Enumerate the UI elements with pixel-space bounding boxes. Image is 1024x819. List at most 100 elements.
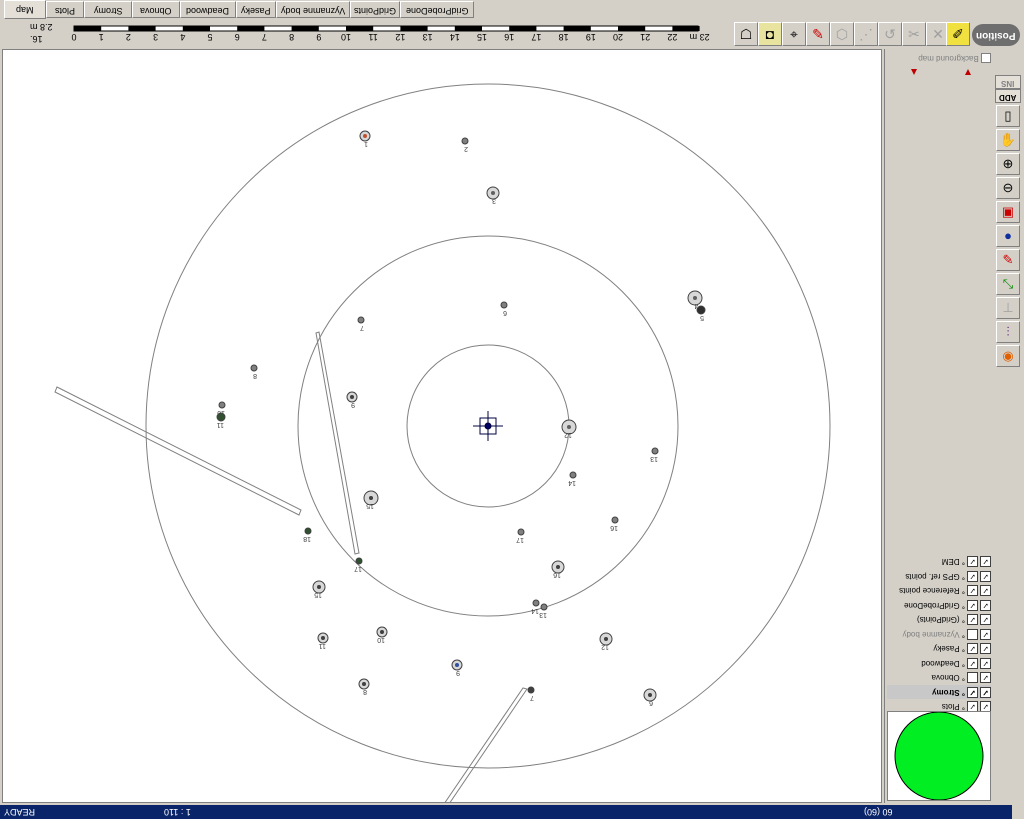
tree-label: 9 [351, 401, 355, 408]
pencil-tool-icon[interactable]: ✐ [946, 22, 970, 46]
tree-label: 18 [303, 535, 311, 542]
right-toolbar: INS ADD ▯ ✋ ⊕ ⊖ ▣ ● ✎ ⤡ ⊥ ⫶ ◉ [994, 49, 1022, 803]
tree-label: 17 [516, 536, 524, 543]
layer-item[interactable]: ✓ ° Obnova [887, 670, 991, 684]
background-map-option[interactable]: Background map [887, 51, 991, 65]
tree-circle [500, 301, 508, 309]
layer-visible-checkbox[interactable]: ✓ [980, 613, 991, 625]
resize-tool-icon[interactable]: ⤡ [996, 273, 1020, 295]
map-drawing[interactable]: 1234567891011121314151617181716151413121… [3, 50, 882, 803]
layer-item[interactable]: ✓✓° (GridPoints) [887, 612, 991, 626]
tree-circle [527, 686, 535, 694]
scale-tick-label: 7 [262, 32, 267, 42]
scale-segment [237, 26, 265, 31]
layer-enabled-checkbox[interactable]: ✓ [967, 613, 978, 625]
layer-visible-checkbox[interactable]: ✓ [980, 642, 991, 654]
layer-visible-checkbox[interactable]: ✓ [980, 657, 991, 669]
zoom-extent-icon[interactable]: ▣ [996, 201, 1020, 223]
layer-visible-checkbox[interactable]: ✓ [980, 555, 991, 567]
layer-enabled-checkbox[interactable] [967, 628, 978, 640]
layer-visible-checkbox[interactable]: ✓ [980, 584, 991, 596]
tree-label: 8 [253, 372, 257, 379]
tab-stromy[interactable]: Stromy [84, 1, 132, 18]
tree-marker: 9 [346, 391, 358, 408]
tab-plots[interactable]: Plots [46, 1, 84, 18]
target-tool-icon[interactable]: ⌖ [782, 22, 806, 46]
tree-marker: 13 [650, 447, 659, 462]
layer-item[interactable]: ✓✓° Stromy [887, 684, 991, 699]
layer-item[interactable]: ✓ ° Vyznamne body [887, 627, 991, 641]
tab-map[interactable]: Map [4, 0, 46, 19]
layer-item[interactable]: ✓✓° Reference points [887, 583, 991, 597]
layer-label: GPS ref. points [905, 571, 960, 581]
layer-enabled-checkbox[interactable]: ✓ [967, 570, 978, 582]
layer-visible-checkbox[interactable]: ✓ [980, 628, 991, 640]
disabled-tool-icon[interactable]: ⊥ [996, 297, 1020, 319]
tree-label: 12 [564, 431, 572, 438]
fire-tool-icon[interactable]: ◉ [996, 345, 1020, 367]
layer-visible-checkbox[interactable]: ✓ [980, 599, 991, 611]
scale-ruler: 0 1 2 3 4 5 6 7 8 9 10 11 12 13 14 15 16 17 18 19 20 21 22 23 m [71, 25, 710, 42]
select-tool-icon[interactable]: ▯ [996, 105, 1020, 127]
tab-gridprobedone[interactable]: GridProbeDone [400, 1, 474, 18]
tab-obnova[interactable]: Obnova [132, 1, 180, 18]
layer-item[interactable]: ✓✓° Deadwood [887, 656, 991, 670]
layer-visible-checkbox[interactable]: ✓ [980, 700, 991, 712]
map-canvas[interactable]: 1 2 3 4 5 6 7 8 9 10 11 12 13 14 15 16 17 18 17 16 15 14 13 12 1… [2, 49, 882, 803]
layer-icon: ° [959, 673, 965, 682]
zoom-out-icon[interactable]: ⊖ [996, 177, 1020, 199]
layer-order-arrows[interactable] [887, 66, 991, 80]
node-tool-icon[interactable]: ⋰ [854, 22, 878, 46]
tree-marker: 17 [516, 528, 525, 543]
layer-enabled-checkbox[interactable]: ✓ [967, 642, 978, 654]
person-tool-icon[interactable]: ☖ [734, 22, 758, 46]
tab-add[interactable]: ADD [995, 89, 1021, 103]
tree-label: 13 [650, 455, 658, 462]
polygon-tool-icon[interactable]: ⬡ [830, 22, 854, 46]
marker-tool-icon[interactable]: ✎ [806, 22, 830, 46]
layer-enabled-checkbox[interactable] [967, 671, 978, 683]
layer-visible-checkbox[interactable]: ✓ [980, 671, 991, 683]
layer-enabled-checkbox[interactable]: ✓ [967, 657, 978, 669]
tree-dot [369, 496, 373, 500]
layer-item[interactable]: ✓✓° DEM [887, 554, 991, 568]
tree-circle [216, 412, 226, 422]
camera-tool-icon[interactable]: ◘ [758, 22, 782, 46]
tab-paseky[interactable]: Paseky [236, 1, 276, 18]
scale-tick-label: 23 m [690, 32, 710, 42]
layer-item[interactable]: ✓✓° Paseky [887, 641, 991, 655]
layer-item[interactable]: ✓✓° GPS ref. points [887, 569, 991, 583]
measure-tool-icon[interactable]: ✎ [996, 249, 1020, 271]
globe-icon[interactable]: ● [996, 225, 1020, 247]
layer-visible-checkbox[interactable]: ✓ [980, 686, 991, 698]
tree-label: 11 [319, 642, 326, 649]
tree-circle [532, 599, 540, 607]
tree-label: 14 [531, 607, 539, 614]
status-state: READY [4, 807, 36, 817]
scale-tick-label: 4 [180, 32, 185, 42]
tab-deadwood[interactable]: Deadwood [180, 1, 236, 18]
cut-tool-icon[interactable]: ✂ [902, 22, 926, 46]
layer-enabled-checkbox[interactable]: ✓ [967, 700, 978, 712]
layer-enabled-checkbox[interactable]: ✓ [967, 599, 978, 611]
position-button[interactable]: Position [972, 24, 1020, 46]
path-tool-icon[interactable]: ↺ [878, 22, 902, 46]
layer-item[interactable]: ✓✓° GridProbeDone [887, 598, 991, 612]
tree-dot [350, 395, 354, 399]
hand-tool-icon[interactable]: ✋ [996, 129, 1020, 151]
layer-enabled-checkbox[interactable]: ✓ [967, 686, 978, 698]
tab-ins[interactable]: INS [995, 75, 1021, 89]
tab-gridpoints[interactable]: GridPoints [350, 1, 400, 18]
zoom-in-icon[interactable]: ⊕ [996, 153, 1020, 175]
tree-label: 1 [364, 140, 368, 147]
tree-label: 14 [568, 479, 576, 486]
layer-enabled-checkbox[interactable]: ✓ [967, 584, 978, 596]
layer-visible-checkbox[interactable]: ✓ [980, 570, 991, 582]
dimension-tool-icon[interactable]: ⫶ [996, 321, 1020, 343]
layer-enabled-checkbox[interactable]: ✓ [967, 555, 978, 567]
window-sizer[interactable] [1012, 805, 1024, 819]
status-bar: READY 1 : 110 60 (60) [0, 805, 1012, 819]
scale-segment [509, 26, 537, 31]
plot-center-icon [473, 411, 503, 441]
tab-vyznamne-body[interactable]: Vyznamne body [276, 1, 350, 18]
